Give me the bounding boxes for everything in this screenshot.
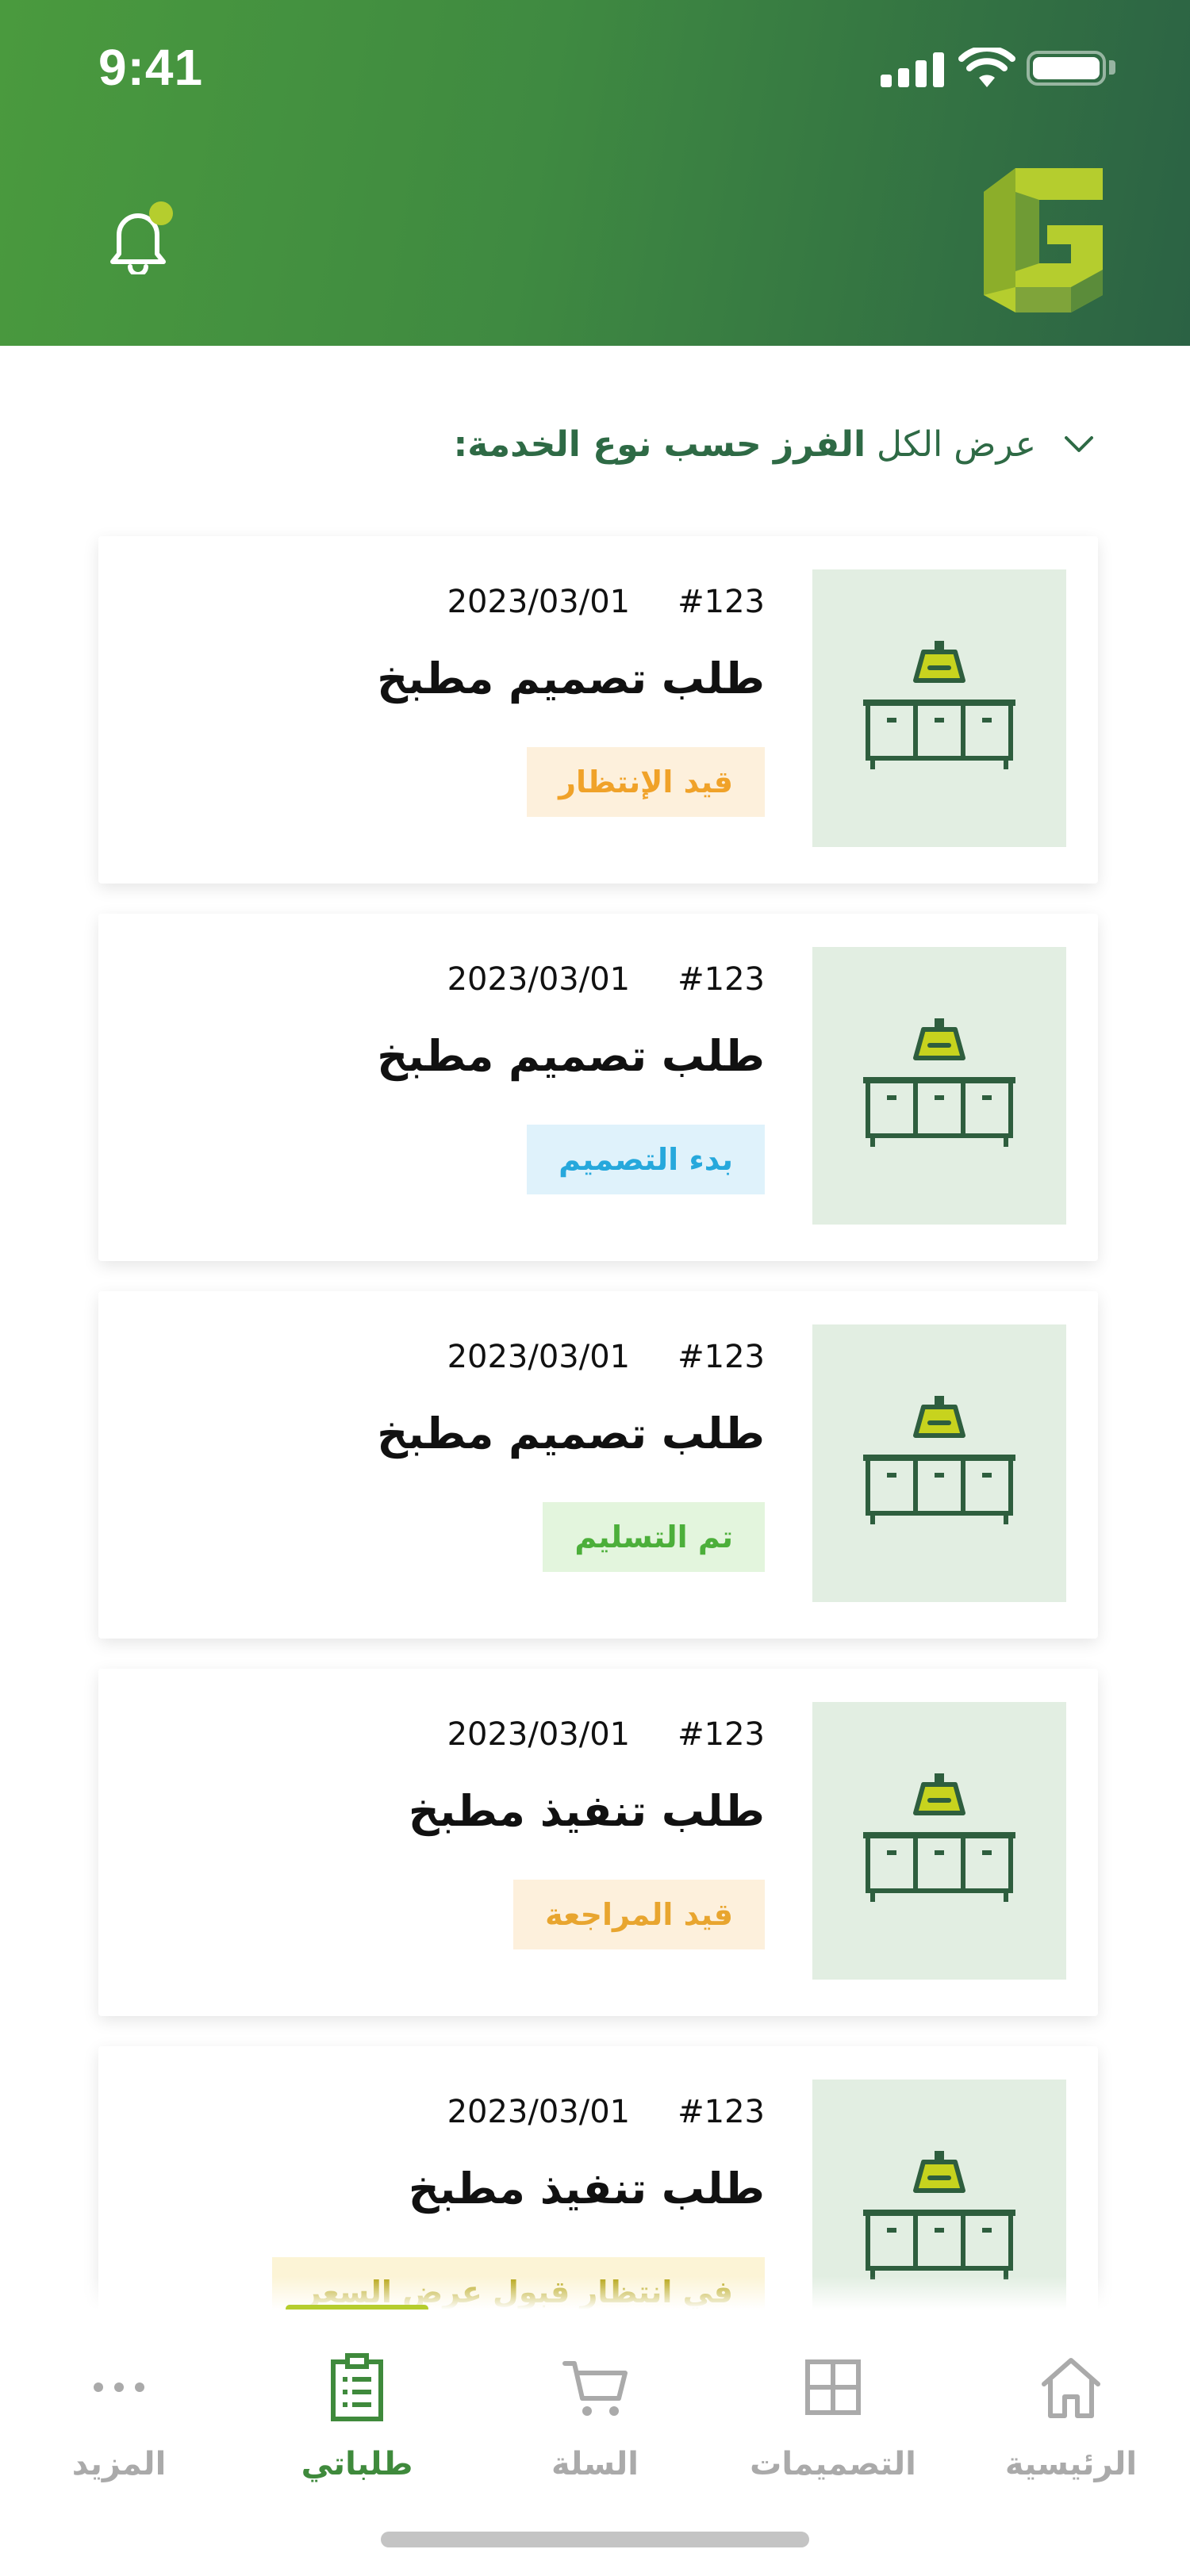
order-meta: 2023/03/01 #123: [447, 961, 765, 998]
home-icon: [1042, 2358, 1100, 2418]
clipboard-icon: [331, 2353, 383, 2421]
signal-icon: [881, 49, 944, 87]
status-badge: قيد المراجعة: [513, 1880, 765, 1949]
order-card[interactable]: 2023/03/01 #123 طلب تصميم مطبخ بدء التصم…: [98, 914, 1098, 1261]
order-date: 2023/03/01: [447, 1716, 631, 1753]
status-badge: بدء التصميم: [527, 1125, 765, 1194]
order-meta: 2023/03/01 #123: [447, 2094, 765, 2130]
order-title: طلب تنفيذ مطبخ: [408, 2164, 765, 2214]
sort-filter[interactable]: الفرز حسب نوع الخدمة: عرض الكل: [454, 412, 1098, 476]
nav-fade: [0, 2276, 1190, 2310]
order-meta: 2023/03/01 #123: [447, 1716, 765, 1753]
order-thumbnail: [812, 1702, 1066, 1980]
kitchen-icon: [863, 1018, 1015, 1147]
brand-logo: [984, 168, 1103, 312]
kitchen-icon: [863, 1396, 1015, 1524]
order-card[interactable]: 2023/03/01 #123 طلب تنفيذ مطبخ قيد المرا…: [98, 1669, 1098, 2016]
order-thumbnail: [812, 947, 1066, 1225]
nav-label: الرئيسية: [1004, 2446, 1138, 2482]
kitchen-icon: [863, 1773, 1015, 1902]
order-date: 2023/03/01: [447, 961, 631, 998]
nav-label: السلة: [551, 2446, 639, 2482]
order-date: 2023/03/01: [447, 2094, 631, 2130]
order-date: 2023/03/01: [447, 1339, 631, 1375]
more-icon: [94, 2382, 144, 2392]
nav-item-my-orders[interactable]: طلباتي: [238, 2310, 476, 2500]
order-thumbnail: [812, 569, 1066, 847]
order-title: طلب تصميم مطبخ: [377, 1409, 765, 1459]
nav-item-more[interactable]: المزيد: [0, 2310, 238, 2500]
kitchen-icon: [863, 641, 1015, 769]
nav-label: طلباتي: [301, 2446, 413, 2482]
battery-icon: [1027, 51, 1106, 86]
status-badge: تم التسليم: [543, 1502, 765, 1572]
order-meta: 2023/03/01 #123: [447, 1339, 765, 1375]
nav-item-cart[interactable]: السلة: [476, 2310, 714, 2500]
nav-label: المزيد: [71, 2446, 167, 2482]
order-meta: 2023/03/01 #123: [447, 584, 765, 620]
wifi-icon: [958, 48, 1015, 87]
order-number: #123: [678, 1339, 765, 1375]
order-number: #123: [678, 961, 765, 998]
cart-icon: [562, 2361, 628, 2416]
order-thumbnail: [812, 1324, 1066, 1602]
chevron-down-icon[interactable]: [1060, 425, 1098, 463]
status-icons: [881, 48, 1142, 90]
sort-value[interactable]: عرض الكل: [877, 424, 1036, 465]
order-number: #123: [678, 584, 765, 620]
nav-item-designs[interactable]: التصميمات: [714, 2310, 952, 2500]
notification-dot: [149, 201, 173, 225]
order-card[interactable]: 2023/03/01 #123 طلب تصميم مطبخ قيد الإنت…: [98, 536, 1098, 884]
app-header: 9:41: [0, 0, 1190, 346]
order-card[interactable]: 2023/03/01 #123 طلب تصميم مطبخ تم التسلي…: [98, 1291, 1098, 1639]
sort-label: الفرز حسب نوع الخدمة:: [453, 424, 866, 465]
kitchen-icon: [863, 2151, 1015, 2279]
home-indicator: [381, 2532, 809, 2547]
status-time: 9:41: [98, 39, 204, 96]
order-date: 2023/03/01: [447, 584, 631, 620]
status-badge: قيد الإنتظار: [527, 747, 765, 817]
nav-item-home[interactable]: الرئيسية: [952, 2310, 1190, 2500]
order-number: #123: [678, 2094, 765, 2130]
order-title: طلب تصميم مطبخ: [377, 1031, 765, 1081]
order-number: #123: [678, 1716, 765, 1753]
nav-label: التصميمات: [750, 2446, 916, 2482]
grid-icon: [805, 2359, 861, 2415]
order-title: طلب تنفيذ مطبخ: [408, 1786, 765, 1836]
order-title: طلب تصميم مطبخ: [377, 654, 765, 703]
